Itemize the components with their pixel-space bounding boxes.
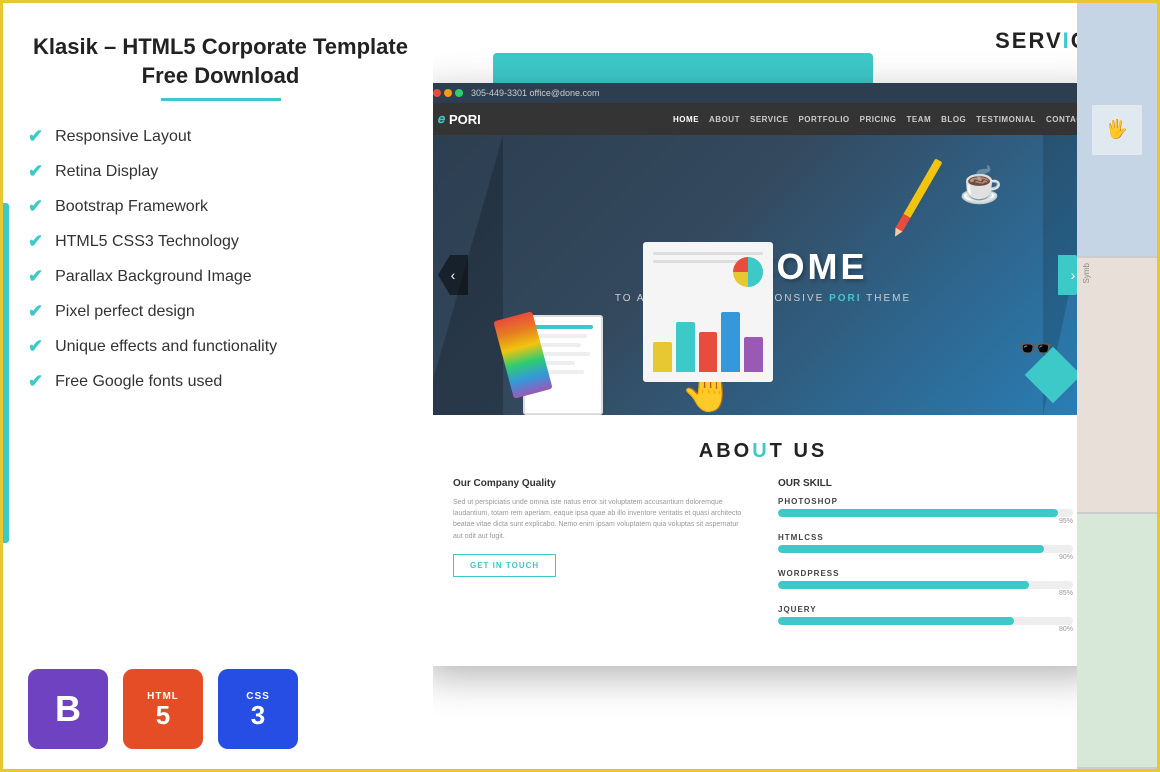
skill-pct: 95% (778, 518, 1073, 525)
check-icon: ✔ (28, 266, 43, 287)
skill-item-jquery: JQUERY 80% (778, 605, 1073, 633)
check-icon: ✔ (28, 336, 43, 357)
features-list: ✔ Responsive Layout ✔ Retina Display ✔ B… (28, 126, 413, 639)
list-item: ✔ Bootstrap Framework (28, 196, 413, 217)
list-item: ✔ HTML5 CSS3 Technology (28, 231, 413, 252)
skill-bar-bg (778, 509, 1073, 517)
services-accent: I (1063, 28, 1071, 53)
skill-name: HTMLCSS (778, 533, 1073, 542)
color-swatches (503, 315, 543, 395)
skill-bar-fill (778, 617, 1014, 625)
nav-item-pricing[interactable]: PRICING (860, 115, 897, 124)
check-icon: ✔ (28, 371, 43, 392)
services-title: SERVICES (448, 18, 1142, 54)
feature-label: Responsive Layout (55, 128, 191, 146)
skill-bar-fill (778, 509, 1058, 517)
main-container: Klasik – HTML5 Corporate Template Free D… (3, 3, 1157, 769)
check-icon: ✔ (28, 301, 43, 322)
feature-label: Free Google fonts used (55, 373, 222, 391)
skill-name: PHOTOSHOP (778, 497, 1073, 506)
browser-bar: 305-449-3301 office@done.com (433, 83, 1103, 103)
nav-item-testimonial[interactable]: TESTIMONIAL (976, 115, 1036, 124)
nav-item-home[interactable]: HOME (673, 115, 699, 124)
left-panel: Klasik – HTML5 Corporate Template Free D… (3, 3, 433, 769)
feature-label: Unique effects and functionality (55, 338, 277, 356)
skill-pct: 80% (778, 626, 1073, 633)
site-navbar: 𝑒 PORI HOME ABOUT SERVICE PORTFOLIO PRIC… (433, 103, 1103, 135)
list-item: ✔ Parallax Background Image (28, 266, 413, 287)
thumb-item-1: 🖐️ (1077, 3, 1157, 258)
skill-name: WORDPRESS (778, 569, 1073, 578)
about-content: Our Company Quality Sed ut perspiciatis … (453, 478, 1073, 641)
list-item: ✔ Retina Display (28, 161, 413, 182)
right-thumbs: 🖐️ Symb (1077, 3, 1157, 769)
about-title: ABOUT US (453, 440, 1073, 463)
list-item: ✔ Responsive Layout (28, 126, 413, 147)
skill-title: OUR SKILL (778, 478, 1073, 489)
tech-logos: B HTML 5 CSS 3 (28, 669, 413, 749)
nav-item-about[interactable]: ABOUT (709, 115, 740, 124)
skill-name: JQUERY (778, 605, 1073, 614)
check-icon: ✔ (28, 126, 43, 147)
nav-item-blog[interactable]: BLOG (941, 115, 966, 124)
nav-item-team[interactable]: TEAM (906, 115, 931, 124)
right-panel: SERVICES GRAPHICS (433, 3, 1157, 769)
feature-label: HTML5 CSS3 Technology (55, 233, 239, 251)
feature-label: Retina Display (55, 163, 158, 181)
company-quality-text: Sed ut perspiciatis unde omnia iste natu… (453, 497, 748, 542)
coffee-cup: ☕ (959, 165, 1003, 206)
nav-item-service[interactable]: SERVICE (750, 115, 788, 124)
skill-bar-bg (778, 545, 1073, 553)
site-logo: 𝑒 PORI (438, 111, 481, 127)
skill-bar-bg (778, 581, 1073, 589)
feature-label: Pixel perfect design (55, 303, 195, 321)
get-in-touch-button[interactable]: GET IN TOUCH (453, 554, 556, 577)
site-about: ABOUT US Our Company Quality Sed ut pers… (433, 415, 1103, 666)
nav-items: HOME ABOUT SERVICE PORTFOLIO PRICING TEA… (673, 115, 1088, 124)
minimize-dot (444, 89, 452, 97)
list-item: ✔ Unique effects and functionality (28, 336, 413, 357)
skill-pct: 90% (778, 554, 1073, 561)
list-item: ✔ Free Google fonts used (28, 371, 413, 392)
nav-item-portfolio[interactable]: PORTFOLIO (798, 115, 849, 124)
check-icon: ✔ (28, 231, 43, 252)
chart-illustration: 🤚 (643, 242, 773, 415)
browser-info: 305-449-3301 office@done.com (471, 88, 600, 98)
expand-dot (455, 89, 463, 97)
skill-bar-fill (778, 581, 1029, 589)
skill-item-photoshop: PHOTOSHOP 95% (778, 497, 1073, 525)
bootstrap-logo: B (28, 669, 108, 749)
check-icon: ✔ (28, 161, 43, 182)
browser-dots (433, 89, 463, 97)
thumb-item-3 (1077, 514, 1157, 769)
skill-pct: 85% (778, 590, 1073, 597)
skill-bar-bg (778, 617, 1073, 625)
css3-logo: CSS 3 (218, 669, 298, 749)
teal-accent-bar (3, 203, 9, 543)
site-hero: ‹ › WELCOME TO ARTLESS 100% RESPONSIVE P… (433, 135, 1103, 415)
about-left: Our Company Quality Sed ut perspiciatis … (453, 478, 748, 641)
logo-text: PORI (449, 112, 481, 127)
feature-label: Bootstrap Framework (55, 198, 208, 216)
page-title: Klasik – HTML5 Corporate Template Free D… (28, 33, 413, 90)
title-block: Klasik – HTML5 Corporate Template Free D… (28, 33, 413, 101)
html5-logo: HTML 5 (123, 669, 203, 749)
company-quality-title: Our Company Quality (453, 478, 748, 489)
thumb-item-2: Symb (1077, 258, 1157, 513)
teal-underline (161, 98, 281, 101)
skill-item-htmlcss: HTMLCSS 90% (778, 533, 1073, 561)
check-icon: ✔ (28, 196, 43, 217)
about-right: OUR SKILL PHOTOSHOP 95% HTMLCSS (778, 478, 1073, 641)
glasses: 🕶️ (1018, 332, 1053, 365)
list-item: ✔ Pixel perfect design (28, 301, 413, 322)
website-preview: 305-449-3301 office@done.com 𝑒 PORI HOME… (433, 83, 1103, 666)
skill-item-wordpress: WORDPRESS 85% (778, 569, 1073, 597)
feature-label: Parallax Background Image (55, 268, 252, 286)
close-dot (433, 89, 441, 97)
skill-bar-fill (778, 545, 1044, 553)
